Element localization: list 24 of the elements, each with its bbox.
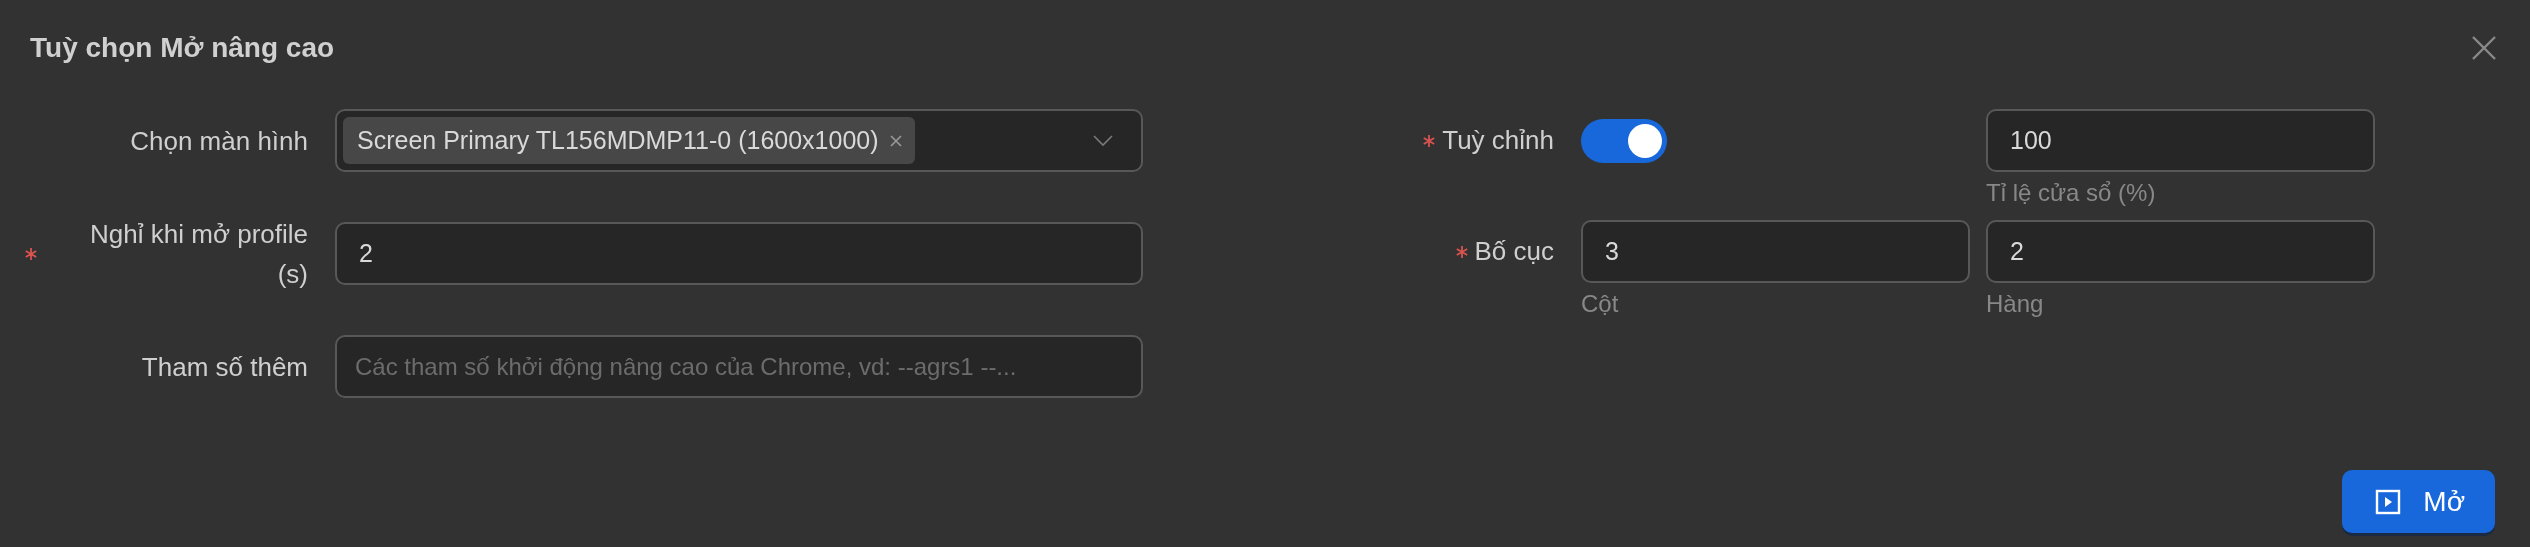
field-label: Bố cục: [1474, 236, 1554, 267]
open-button[interactable]: Mở: [2342, 470, 2495, 533]
input-field[interactable]: 2: [1986, 220, 2375, 283]
dialog-title: Tuỳ chọn Mở nâng cao: [30, 31, 335, 65]
field-label: Chọn màn hình: [130, 124, 308, 158]
chevron-down-icon: [1093, 134, 1113, 147]
required-icon: [24, 246, 38, 261]
input-field[interactable]: 100: [1986, 109, 2375, 172]
input-field[interactable]: 2: [335, 222, 1143, 285]
required-icon: [1454, 244, 1469, 259]
toggle-switch[interactable]: [1581, 119, 1667, 163]
field-label: Nghỉ khi mở profile (s): [89, 217, 308, 291]
play-icon: [2375, 488, 2402, 515]
field-caption: Cột: [1581, 289, 1620, 319]
required-icon: [1422, 133, 1437, 148]
close-icon[interactable]: [2471, 35, 2497, 61]
selected-tag: Screen Primary TL156MDMP11-0 (1600x1000): [343, 117, 915, 164]
field-label: Tuỳ chỉnh: [1442, 125, 1554, 156]
field-caption: Hàng: [1986, 289, 2045, 319]
field-caption: Tỉ lệ cửa sổ (%): [1986, 178, 2157, 208]
field-label: Tham số thêm: [141, 350, 308, 384]
select-field[interactable]: Screen Primary TL156MDMP11-0 (1600x1000): [335, 109, 1143, 172]
remove-icon[interactable]: [888, 133, 903, 148]
input-field[interactable]: 3: [1581, 220, 1970, 283]
